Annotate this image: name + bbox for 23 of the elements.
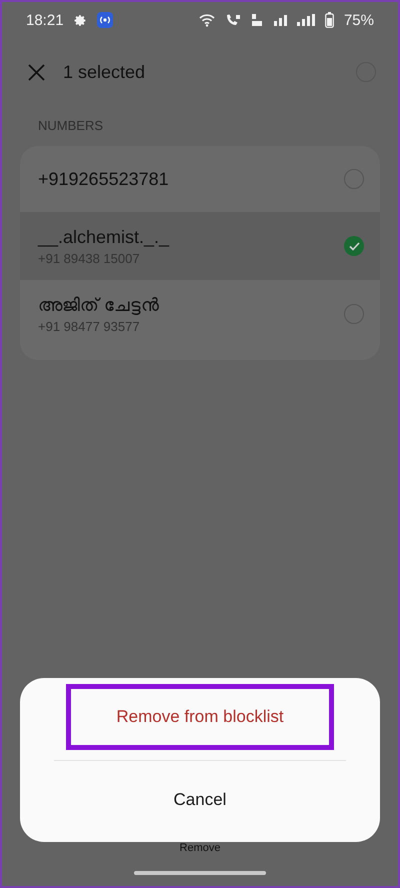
bottom-action-label[interactable]: Remove [180,842,220,854]
contact-name: അജിത് ചേട്ടൻ [38,294,160,316]
close-icon[interactable] [28,64,45,80]
contact-name: +919265523781 [38,168,170,190]
contact-number: +91 98477 93577 [38,318,141,334]
home-indicator[interactable] [134,871,266,875]
contact-row[interactable]: +919265523781 [20,146,380,212]
check-icon [348,242,360,250]
contact-name: __.alchemist._._ [38,226,170,248]
battery-icon [324,12,334,28]
battery-percentage: 75% [344,12,374,28]
gear-icon [74,14,87,26]
contact-row[interactable]: അജിത് ചേട്ടൻ +91 98477 93577 [20,280,380,348]
cancel-button[interactable]: Cancel [20,761,380,839]
signal-icon [272,14,287,26]
selection-count: 1 selected [63,62,146,82]
wifi-call-icon [224,13,241,27]
wifi-icon [198,14,215,26]
broadcast-icon [96,12,113,28]
select-checkbox[interactable] [344,236,364,256]
status-time: 18:21 [26,12,64,28]
remove-button[interactable]: Remove from blocklist [66,684,334,750]
signal-icon [296,14,315,26]
